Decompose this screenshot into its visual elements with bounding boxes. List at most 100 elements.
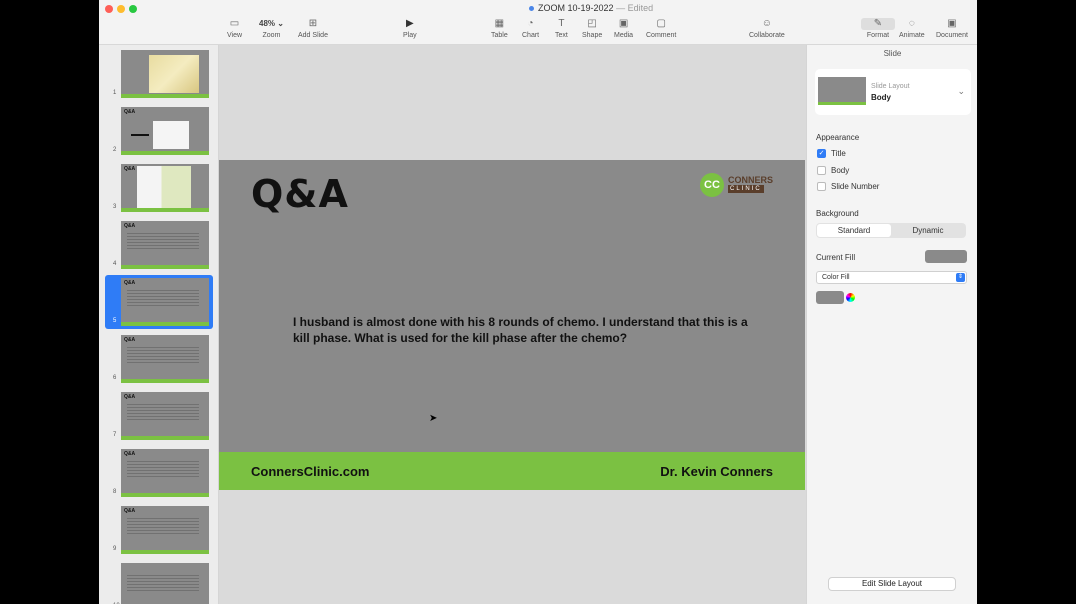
slide-number: 3: [113, 204, 117, 210]
format-inspector: Slide Slide Layout Body ⌄ Appearance ✓ T…: [806, 45, 977, 604]
document-icon: [529, 6, 534, 12]
chevron-down-icon[interactable]: ⌄: [957, 86, 965, 97]
slide-thumbnail[interactable]: 5 Q&A: [105, 275, 213, 329]
dynamic-segment[interactable]: Dynamic: [891, 224, 965, 237]
slide-number: 7: [113, 432, 117, 438]
title-checkbox-label: Title: [831, 149, 846, 158]
layout-label: Slide Layout: [871, 83, 910, 90]
shape-button[interactable]: ◰ Shape: [582, 18, 602, 39]
edited-status: — Edited: [616, 3, 654, 13]
color-wheel-icon[interactable]: [846, 293, 855, 302]
chart-button[interactable]: ◔ Chart: [522, 18, 539, 39]
slide-thumbnail[interactable]: 4 Q&A: [105, 218, 213, 272]
color-well[interactable]: [816, 291, 844, 304]
footer-author: Dr. Kevin Conners: [660, 464, 773, 479]
thumbnail-title: Q&A: [124, 337, 136, 343]
layout-value: Body: [871, 93, 891, 102]
keynote-window: ZOOM 10-19-2022 — Edited ▭ View 48% ⌄ Zo…: [99, 0, 977, 604]
thumbnail-preview: Q&A: [121, 335, 209, 383]
slide-canvas[interactable]: Q&A CC CONNERS CLINIC I husband is almos…: [219, 45, 806, 604]
thumbnail-preview: Q&A: [121, 164, 209, 212]
document-title: ZOOM 10-19-2022: [538, 3, 614, 13]
slide-footer-bar: ConnersClinic.com Dr. Kevin Conners: [219, 452, 805, 490]
thumbnail-title: Q&A: [124, 508, 136, 514]
animate-icon: ◌: [908, 18, 915, 29]
thumbnail-preview: [121, 563, 209, 604]
slide-number-checkbox[interactable]: [817, 182, 826, 191]
body-checkbox-label: Body: [831, 166, 850, 175]
footer-website: ConnersClinic.com: [251, 464, 370, 479]
thumbnail-title: Q&A: [124, 280, 136, 286]
play-button[interactable]: ▶ Play: [403, 18, 417, 39]
zoom-window-button[interactable]: [129, 5, 137, 13]
slide-title[interactable]: Q&A: [251, 172, 349, 216]
paintbrush-icon: ✎: [861, 18, 895, 30]
sidebar-icon: ▭: [229, 18, 240, 29]
background-segmented-control: Standard Dynamic: [816, 223, 966, 238]
table-button[interactable]: ▦ Table: [491, 18, 508, 39]
view-button[interactable]: ▭ View: [227, 18, 242, 39]
thumbnail-preview: Q&A: [121, 221, 209, 269]
slide-layout-picker[interactable]: Slide Layout Body ⌄: [815, 69, 971, 115]
thumbnail-title: Q&A: [124, 451, 136, 457]
document-panel-icon: ▣: [947, 18, 957, 29]
thumbnail-preview: Q&A: [121, 278, 209, 326]
thumbnail-preview: Q&A: [121, 506, 209, 554]
document-button[interactable]: ▣ Document: [936, 18, 968, 39]
format-button[interactable]: ✎ Format: [861, 18, 895, 39]
thumbnail-title: Q&A: [124, 223, 136, 229]
slide-navigator[interactable]: 1 2 Q&A 3 Q&A 4 Q&A 5 Q&A 6 Q&A 7 Q&A 8 Q&A 9 Q&A 10: [99, 45, 219, 604]
slide-number: 4: [113, 261, 117, 267]
body-checkbox[interactable]: [817, 166, 826, 175]
animate-button[interactable]: ◌ Animate: [899, 18, 925, 39]
thumbnail-preview: [121, 50, 209, 98]
fill-type-select[interactable]: Color Fill ⇕: [816, 271, 967, 284]
comment-button[interactable]: ▢ Comment: [646, 18, 676, 39]
layout-thumbnail: [818, 77, 866, 105]
thumbnail-preview: Q&A: [121, 449, 209, 497]
media-button[interactable]: ▣ Media: [614, 18, 633, 39]
current-fill-swatch[interactable]: [925, 250, 967, 263]
collaborate-icon: ☺: [761, 18, 773, 29]
inspector-tab-slide[interactable]: Slide: [807, 49, 977, 58]
slide-body-text[interactable]: I husband is almost done with his 8 roun…: [293, 314, 763, 346]
play-icon: ▶: [405, 18, 414, 29]
slide-thumbnail[interactable]: 3 Q&A: [105, 161, 213, 215]
thumbnail-title: Q&A: [124, 394, 136, 400]
appearance-heading: Appearance: [816, 133, 860, 142]
slide-number: 1: [113, 90, 117, 96]
slide-thumbnail[interactable]: 1: [105, 47, 213, 101]
slide-thumbnail[interactable]: 6 Q&A: [105, 332, 213, 386]
close-window-button[interactable]: [105, 5, 113, 13]
collaborate-button[interactable]: ☺ Collaborate: [749, 18, 785, 39]
thumbnail-preview: Q&A: [121, 107, 209, 155]
zoom-button[interactable]: 48% ⌄ Zoom: [259, 18, 284, 39]
text-button[interactable]: T Text: [555, 18, 568, 39]
chevron-updown-icon: ⇕: [956, 273, 965, 282]
minimize-window-button[interactable]: [117, 5, 125, 13]
mouse-cursor-icon: ➤: [429, 413, 438, 424]
toolbar: ZOOM 10-19-2022 — Edited ▭ View 48% ⌄ Zo…: [99, 0, 977, 45]
standard-segment[interactable]: Standard: [817, 224, 891, 237]
slide-number: 5: [113, 318, 117, 324]
slide-number: 8: [113, 489, 117, 495]
slide-thumbnail[interactable]: 9 Q&A: [105, 503, 213, 557]
add-slide-button[interactable]: ⊞ Add Slide: [298, 18, 328, 39]
slide-thumbnail[interactable]: 7 Q&A: [105, 389, 213, 443]
slide-thumbnail[interactable]: 10: [105, 560, 213, 604]
current-slide[interactable]: Q&A CC CONNERS CLINIC I husband is almos…: [219, 160, 805, 490]
slide-thumbnail[interactable]: 8 Q&A: [105, 446, 213, 500]
slide-number-checkbox-label: Slide Number: [831, 182, 880, 191]
shape-icon: ◰: [587, 18, 597, 29]
conners-clinic-logo: CC CONNERS CLINIC: [700, 173, 773, 197]
add-slide-icon: ⊞: [308, 18, 318, 29]
background-heading: Background: [816, 209, 859, 218]
title-checkbox[interactable]: ✓: [817, 149, 826, 158]
zoom-value: 48% ⌄: [259, 19, 284, 28]
slide-thumbnail[interactable]: 2 Q&A: [105, 104, 213, 158]
chart-icon: ◔: [527, 18, 534, 29]
media-icon: ▣: [618, 18, 629, 29]
table-icon: ▦: [494, 18, 505, 29]
window-title: ZOOM 10-19-2022 — Edited: [529, 3, 653, 13]
edit-slide-layout-button[interactable]: Edit Slide Layout: [828, 577, 956, 591]
